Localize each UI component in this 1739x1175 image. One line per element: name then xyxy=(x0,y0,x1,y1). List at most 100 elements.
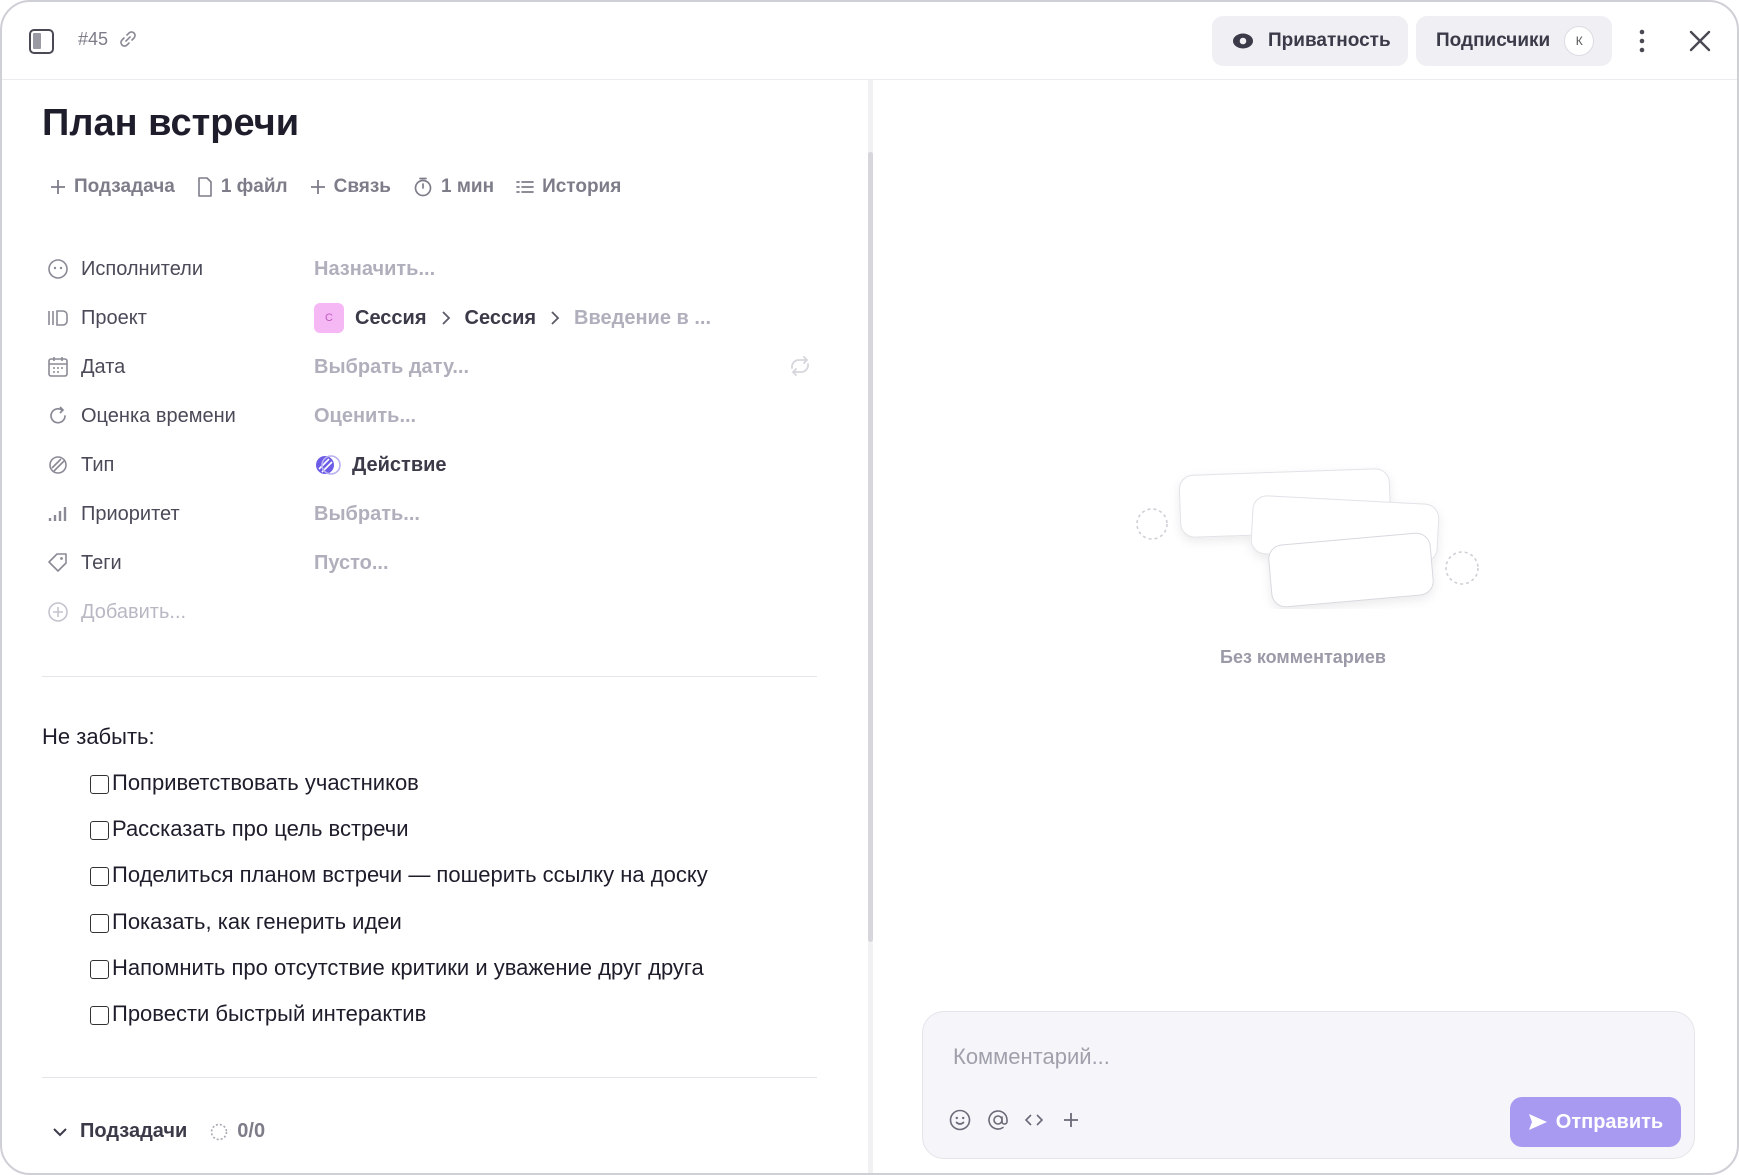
add-property-label: Добавить... xyxy=(81,600,187,623)
action-label: 1 мин xyxy=(441,176,495,197)
notes-heading[interactable]: Не забыть: xyxy=(42,724,155,750)
eye-icon xyxy=(1233,33,1253,49)
checklist-item-text: Показать, как генерить идеи xyxy=(112,909,402,934)
checklist-item[interactable]: Поприветствовать участников xyxy=(90,770,419,796)
add-circle-icon xyxy=(48,602,68,622)
checkbox[interactable] xyxy=(90,866,109,886)
pane-scrollbar[interactable] xyxy=(868,80,873,1173)
link-icon[interactable] xyxy=(118,29,138,49)
checklist-item[interactable]: Провести быстрый интерактив xyxy=(90,1001,426,1027)
project-icon xyxy=(48,310,68,326)
chevron-right-icon xyxy=(551,311,560,325)
add-property-group: Добавить... xyxy=(47,601,307,624)
type-icon xyxy=(49,456,67,474)
priority-value[interactable]: Выбрать... xyxy=(314,503,420,526)
sidebar-toggle-icon[interactable] xyxy=(29,29,54,54)
assignees-value[interactable]: Назначить... xyxy=(314,258,435,281)
checklist-item[interactable]: Поделиться планом встречи — пошерить ссы… xyxy=(90,862,708,888)
subtasks-count: 0/0 xyxy=(237,1120,266,1142)
assignees-label-group: Исполнители xyxy=(47,258,307,281)
action-label: Подзадача xyxy=(74,176,175,197)
project-badge: С xyxy=(314,303,344,333)
estimate-value[interactable]: Оценить... xyxy=(314,405,416,428)
timer-icon xyxy=(414,177,432,197)
action-type-icon xyxy=(316,455,341,475)
code-icon[interactable] xyxy=(1022,1108,1046,1132)
send-label: Отправить xyxy=(1555,1110,1664,1133)
chevron-right-icon xyxy=(441,311,450,325)
action-label: История xyxy=(542,176,622,197)
type-label: Тип xyxy=(81,453,115,476)
type-value[interactable]: Действие xyxy=(314,454,447,477)
emoji-icon[interactable] xyxy=(948,1108,972,1132)
plus-icon xyxy=(51,180,65,194)
date-label: Дата xyxy=(81,355,126,378)
subscribers-button[interactable]: Подписчики К xyxy=(1416,16,1612,66)
checkbox[interactable] xyxy=(90,913,109,933)
checklist-item-text: Напомнить про отсутствие критики и уваже… xyxy=(112,955,704,980)
assignees-label: Исполнители xyxy=(81,257,204,280)
type-value-label: Действие xyxy=(352,453,447,476)
task-title[interactable]: План встречи xyxy=(42,102,299,145)
repeat-icon[interactable] xyxy=(787,355,813,377)
tags-value[interactable]: Пусто... xyxy=(314,552,389,575)
calendar-icon xyxy=(48,357,68,377)
checklist-item[interactable]: Показать, как генерить идеи xyxy=(90,909,402,935)
privacy-label: Приватность xyxy=(1268,30,1391,51)
checkbox[interactable] xyxy=(90,959,109,979)
divider xyxy=(42,1077,817,1078)
action-label: Связь xyxy=(333,176,391,197)
files-button[interactable]: 1 файл xyxy=(197,176,288,198)
avatar: К xyxy=(1564,26,1595,56)
project-path-item[interactable]: Введение в ... xyxy=(574,307,711,330)
estimate-label: Оценка времени xyxy=(81,404,236,427)
priority-label-group: Приоритет xyxy=(47,503,307,526)
close-icon[interactable] xyxy=(1685,26,1715,56)
checklist-item-text: Провести быстрый интерактив xyxy=(112,1001,427,1026)
task-window: #45 Приватность Подписчики К План встреч… xyxy=(0,0,1739,1175)
tag-icon xyxy=(48,553,67,572)
checklist-item-text: Поделиться планом встречи — пошерить ссы… xyxy=(112,862,708,887)
progress-ring-icon xyxy=(210,1123,228,1140)
send-button[interactable]: Отправить xyxy=(1510,1097,1681,1147)
subtasks-label: Подзадачи xyxy=(80,1120,188,1142)
project-path[interactable]: С Сессия Сессия Введение в ... xyxy=(314,303,711,333)
date-value[interactable]: Выбрать дату... xyxy=(314,356,469,379)
checklist-item-text: Поприветствовать участников xyxy=(112,770,419,795)
divider xyxy=(42,676,817,677)
task-id: #45 xyxy=(78,29,109,49)
project-label: Проект xyxy=(81,306,147,329)
file-icon xyxy=(198,177,212,197)
action-label: 1 файл xyxy=(220,176,288,197)
priority-bars-icon xyxy=(48,507,67,521)
priority-label: Приоритет xyxy=(81,502,180,525)
empty-comments-illustration xyxy=(1136,468,1479,608)
checkbox[interactable] xyxy=(90,1005,109,1025)
tags-label: Теги xyxy=(81,551,122,574)
checkbox[interactable] xyxy=(90,774,109,794)
timer-button[interactable]: 1 мин xyxy=(413,176,494,198)
task-actions: Подзадача 1 файл Связь 1 мин История xyxy=(50,176,643,198)
plus-icon[interactable] xyxy=(1059,1108,1083,1132)
empty-comments-label: Без комментариев xyxy=(1220,647,1386,667)
subtasks-toggle[interactable]: Подзадачи 0/0 xyxy=(52,1120,265,1143)
checklist-item[interactable]: Рассказать про цель встречи xyxy=(90,816,409,842)
checkbox[interactable] xyxy=(90,820,109,840)
mention-icon[interactable] xyxy=(986,1108,1010,1132)
more-menu-icon[interactable] xyxy=(1634,26,1650,56)
add-subtask-button[interactable]: Подзадача xyxy=(50,176,175,198)
plus-icon xyxy=(310,180,325,194)
project-path-item[interactable]: Сессия xyxy=(355,307,427,330)
add-link-button[interactable]: Связь xyxy=(310,176,391,198)
checklist-item[interactable]: Напомнить про отсутствие критики и уваже… xyxy=(90,955,704,981)
estimate-label-group: Оценка времени xyxy=(47,405,307,428)
privacy-button[interactable]: Приватность xyxy=(1212,16,1408,66)
project-path-item[interactable]: Сессия xyxy=(465,307,537,330)
project-label-group: Проект xyxy=(47,307,307,330)
refresh-icon xyxy=(50,406,66,424)
type-label-group: Тип xyxy=(47,454,307,477)
comment-input[interactable] xyxy=(953,1044,1553,1070)
tags-label-group: Теги xyxy=(47,552,307,575)
history-button[interactable]: История xyxy=(516,176,621,198)
user-face-icon xyxy=(48,259,68,279)
